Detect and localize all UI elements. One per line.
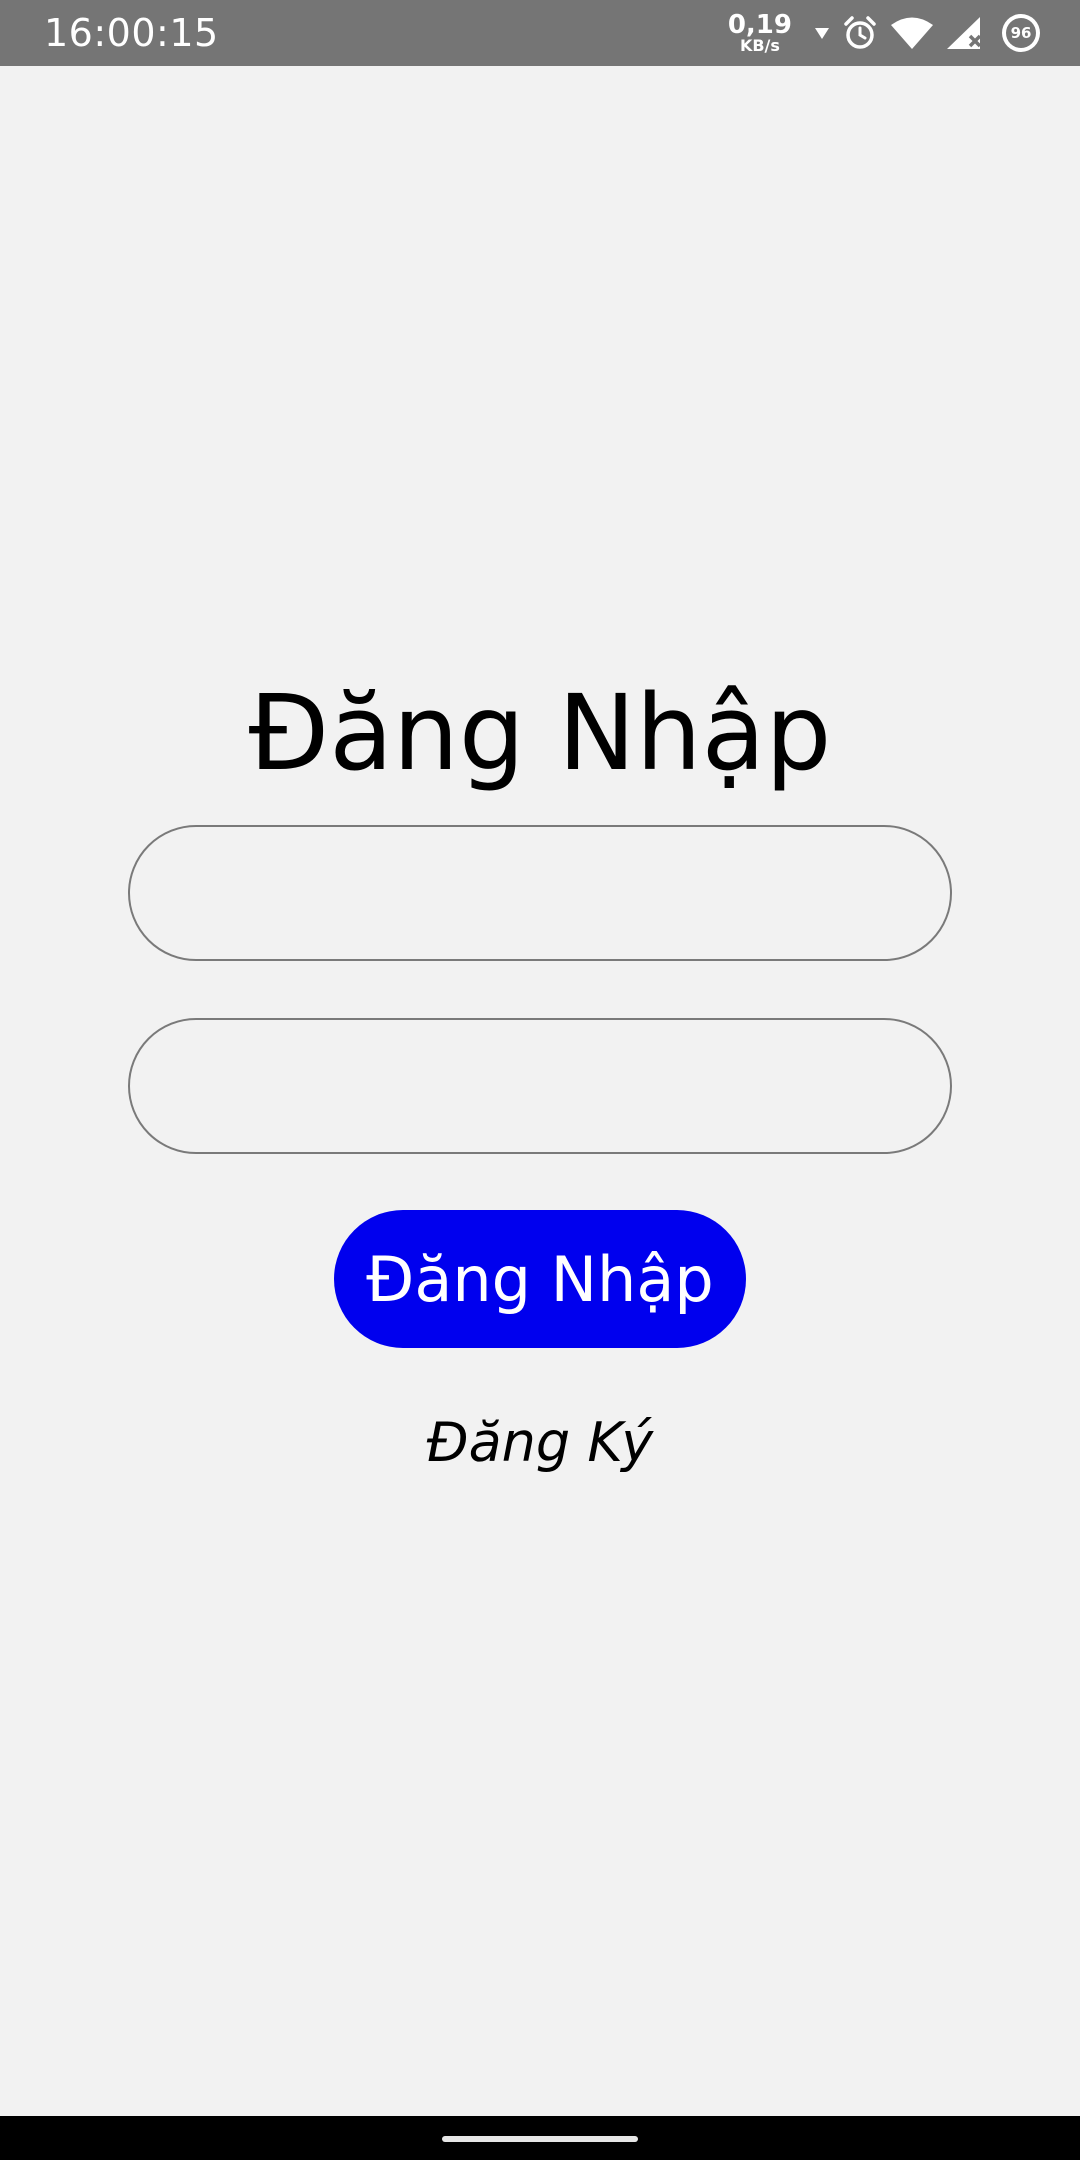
network-speed-unit: KB/s [739,36,780,55]
page-title: Đăng Nhập [248,672,832,794]
network-speed: 0,19 KB/s [728,12,792,54]
status-icons: 0,19 KB/s 96 [728,8,1040,58]
navigation-bar [0,2116,1080,2160]
home-indicator[interactable] [442,2136,638,2142]
status-bar: 16:00:15 0,19 KB/s 96 [0,0,1080,66]
wifi-icon [890,16,934,50]
login-button[interactable]: Đăng Nhập [334,1210,746,1348]
network-speed-value: 0,19 [727,10,792,40]
data-arrow-icon [814,26,830,40]
password-input[interactable] [128,1018,952,1154]
register-link[interactable]: Đăng Ký [0,1408,1080,1478]
login-button-label: Đăng Nhập [366,1242,714,1316]
signal-no-service-icon [946,16,984,50]
alarm-icon [842,15,878,51]
login-screen: 16:00:15 0,19 KB/s 96 Đăng Nhập Đăng Nhậ… [0,0,1080,2160]
username-input[interactable] [128,825,952,961]
battery-icon: 96 [1002,14,1040,52]
battery-level: 96 [1006,18,1036,48]
status-time: 16:00:15 [44,11,219,55]
